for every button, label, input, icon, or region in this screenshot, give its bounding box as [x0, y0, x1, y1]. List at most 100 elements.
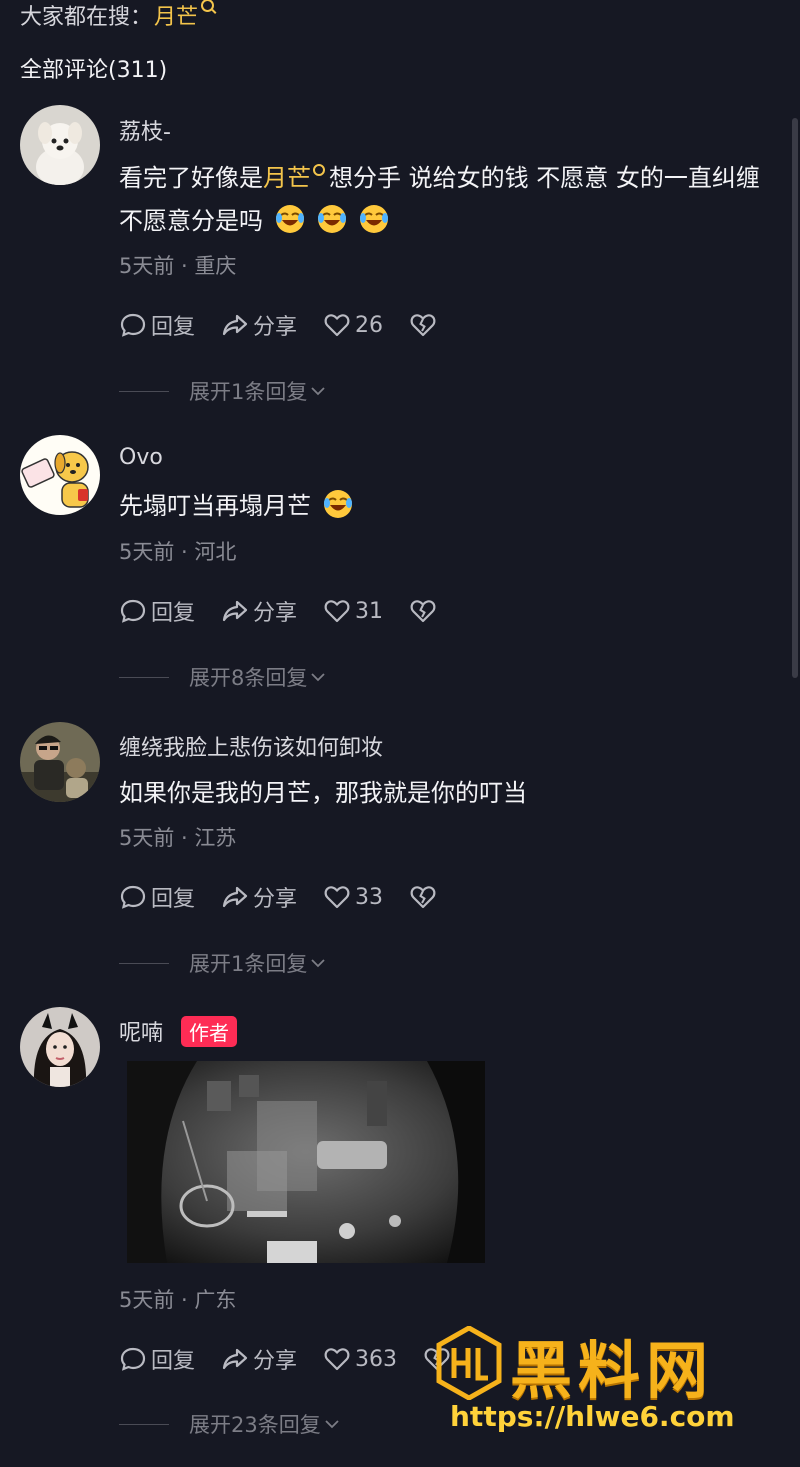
expand-replies-button[interactable]: 展开8条回复 [119, 662, 327, 692]
like-count: 26 [355, 312, 384, 338]
share-label: 分享 [253, 887, 298, 912]
woman-portrait-avatar-icon [20, 1007, 100, 1087]
divider-line [119, 390, 169, 392]
comment-actions: 回复 分享 31 [119, 596, 467, 626]
scrollbar[interactable] [792, 118, 798, 678]
share-arrow-icon [222, 1348, 248, 1370]
reply-label: 回复 [151, 887, 196, 912]
heart-icon [324, 314, 350, 337]
comment-text-part: 先塌叮当再塌月芒 [119, 492, 311, 520]
comment-text: 先塌叮当再塌月芒 [119, 485, 769, 528]
reply-label: 回复 [151, 601, 196, 626]
chevron-down-icon [311, 387, 326, 396]
share-button[interactable]: 分享 [221, 309, 297, 341]
speech-bubble-icon [120, 1347, 146, 1371]
username-text: Ovo [119, 445, 163, 470]
avatar[interactable] [20, 722, 100, 802]
comment-meta: 5天前 · 河北 [119, 540, 237, 564]
username-text: 荔枝- [119, 120, 171, 145]
author-badge: 作者 [181, 1015, 238, 1047]
like-count: 31 [355, 598, 384, 624]
like-count: 363 [355, 1346, 398, 1372]
comment-meta: 5天前 · 广东 [119, 1288, 237, 1312]
divider-line [119, 962, 169, 964]
share-button[interactable]: 分享 [221, 595, 297, 627]
comment-meta: 5天前 · 重庆 [119, 254, 237, 278]
share-label: 分享 [253, 315, 298, 340]
watermark-title: 黑料网 [510, 1334, 715, 1407]
expand-replies-button[interactable]: 展开23条回复 [119, 1409, 341, 1439]
chevron-down-icon [325, 1420, 339, 1429]
comment-text: 看完了好像是月芒 想分手 说给女的钱 不愿意 女的一直纠缠不愿意分是吗 [119, 157, 769, 243]
heart-icon [324, 1348, 350, 1371]
expand-replies-button[interactable]: 展开1条回复 [119, 376, 327, 406]
speech-bubble-icon [120, 599, 146, 623]
like-button[interactable]: 33 [323, 883, 383, 911]
like-count: 33 [355, 884, 384, 910]
search-icon [201, 0, 215, 12]
laugh-cry-emoji-icon [359, 204, 389, 234]
dislike-button[interactable] [409, 597, 441, 625]
comment-username[interactable]: 缠绕我脸上悲伤该如何卸妆 [119, 730, 383, 762]
broken-heart-icon [410, 600, 436, 623]
share-button[interactable]: 分享 [221, 1343, 297, 1375]
comment-image-attachment[interactable] [127, 1061, 485, 1263]
share-label: 分享 [253, 1349, 298, 1374]
dog-avatar-icon [20, 105, 100, 185]
share-arrow-icon [222, 886, 248, 908]
share-arrow-icon [222, 600, 248, 622]
speech-bubble-icon [120, 885, 146, 909]
expand-replies-label: 展开23条回复 [189, 1413, 321, 1437]
search-suggestion-prefix: 大家都在搜： [20, 5, 153, 30]
surveillance-camera-photo [127, 1061, 485, 1263]
share-arrow-icon [222, 314, 248, 336]
heart-icon [324, 600, 350, 623]
broken-heart-icon [410, 314, 436, 337]
username-text: 呢喃 [119, 1021, 164, 1046]
share-label: 分享 [253, 601, 298, 626]
dislike-button[interactable] [409, 311, 441, 339]
share-button[interactable]: 分享 [221, 881, 297, 913]
laugh-cry-emoji-icon [317, 204, 347, 234]
search-suggestion-bar[interactable]: 大家都在搜： 月芒 [20, 0, 215, 31]
chevron-down-icon [311, 959, 326, 968]
like-button[interactable]: 26 [323, 311, 383, 339]
expand-replies-button[interactable]: 展开1条回复 [119, 948, 327, 978]
hl-logo-icon [436, 1326, 502, 1400]
comment-actions: 回复 分享 33 [119, 882, 467, 912]
comment-username[interactable]: Ovo [119, 445, 163, 470]
expand-replies-label: 展开1条回复 [189, 952, 308, 976]
dislike-button[interactable] [409, 883, 441, 911]
comment-actions: 回复 分享 26 [119, 310, 467, 340]
reply-label: 回复 [151, 315, 196, 340]
reply-button[interactable]: 回复 [119, 595, 195, 627]
like-button[interactable]: 363 [323, 1345, 397, 1373]
watermark-url: https://hlwe6.com [450, 1400, 735, 1433]
avatar[interactable] [20, 1007, 100, 1087]
comment-count-heading: 全部评论(311) [20, 58, 168, 83]
comment-text-part: 看完了好像是 [119, 164, 263, 192]
reply-button[interactable]: 回复 [119, 1343, 195, 1375]
expand-replies-label: 展开1条回复 [189, 380, 308, 404]
reply-button[interactable]: 回复 [119, 309, 195, 341]
comment-actions: 回复 分享 363 [119, 1344, 481, 1374]
broken-heart-icon [410, 886, 436, 909]
comment-meta: 5天前 · 江苏 [119, 826, 237, 850]
laugh-cry-emoji-icon [323, 489, 353, 519]
watermark-overlay: 黑料网 https://hlwe6.com [436, 1322, 772, 1440]
search-icon [313, 164, 325, 176]
comment-username[interactable]: 荔枝- [119, 114, 171, 146]
heart-icon [324, 886, 350, 909]
avatar[interactable] [20, 435, 100, 515]
comment-username[interactable]: 呢喃 作者 [119, 1015, 238, 1047]
divider-line [119, 676, 169, 678]
laugh-cry-emoji-icon [275, 204, 305, 234]
avatar[interactable] [20, 105, 100, 185]
username-text: 缠绕我脸上悲伤该如何卸妆 [119, 736, 384, 761]
expand-replies-label: 展开8条回复 [189, 666, 308, 690]
reply-button[interactable]: 回复 [119, 881, 195, 913]
couple-photo-avatar-icon [20, 722, 100, 802]
like-button[interactable]: 31 [323, 597, 383, 625]
search-suggestion-keyword[interactable]: 月芒 [154, 0, 198, 31]
comment-keyword-link[interactable]: 月芒 [263, 164, 311, 192]
